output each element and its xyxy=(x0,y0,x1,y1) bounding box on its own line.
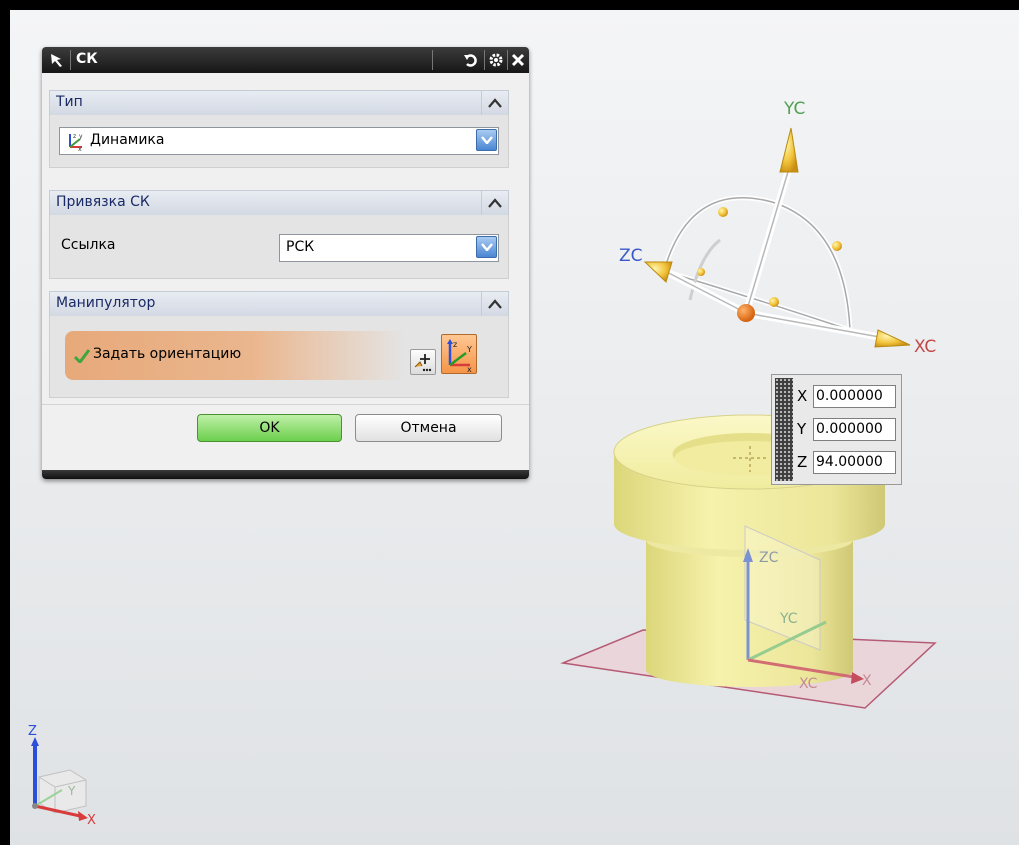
part-zc-label: ZC xyxy=(759,550,779,566)
svg-text:y: y xyxy=(79,133,83,140)
type-dropdown[interactable]: z y x Динамика xyxy=(59,127,499,155)
close-icon[interactable] xyxy=(508,47,528,73)
view-triad xyxy=(31,737,88,821)
csys-dialog: СК Тип z y x Динамика Привязка СК Ссылка… xyxy=(42,47,529,479)
svg-text:x: x xyxy=(467,365,472,373)
type-section-body: z y x Динамика xyxy=(49,115,509,168)
graphics-window[interactable]: YC ZC XC ZC YC XC X Z Y X X 0.000000 Y 0… xyxy=(10,10,1019,845)
reference-label: Ссылка xyxy=(61,237,116,253)
reference-dropdown[interactable]: РСК xyxy=(279,234,499,262)
csys-snap-section-body: Ссылка РСК xyxy=(49,215,509,279)
dialog-title: СК xyxy=(76,51,98,67)
x-coord-field[interactable]: 0.000000 xyxy=(813,384,896,408)
specify-orientation-row[interactable]: Задать ориентацию xyxy=(65,331,405,380)
csys-orientation-button[interactable]: z Y x xyxy=(441,334,477,374)
dialog-button-divider xyxy=(42,404,529,405)
collapse-chevron-icon[interactable] xyxy=(481,292,508,316)
csys-snap-section-header[interactable]: Привязка СК xyxy=(49,190,509,216)
drag-grip-handle[interactable] xyxy=(775,378,793,481)
csys-snap-section-title: Привязка СК xyxy=(56,194,150,210)
part-xc-label: XC xyxy=(799,676,818,692)
dropdown-arrow-icon[interactable] xyxy=(476,129,497,151)
y-coord-label: Y xyxy=(797,420,807,438)
svg-text:x: x xyxy=(78,146,82,151)
view-y-label: Y xyxy=(68,784,76,798)
collapse-chevron-icon[interactable] xyxy=(481,91,508,115)
view-z-label: Z xyxy=(28,724,37,739)
z-coord-field[interactable]: 94.00000 xyxy=(813,450,896,474)
coordinate-input-box: X 0.000000 Y 0.000000 Z 94.00000 xyxy=(771,374,902,485)
part-yc-label: YC xyxy=(780,611,798,627)
x-coord-label: X xyxy=(797,387,808,405)
dialog-titlebar[interactable]: СК xyxy=(42,47,529,73)
reference-dropdown-value: РСК xyxy=(286,239,315,255)
part-x-label: X xyxy=(862,673,872,689)
ok-button[interactable]: OK xyxy=(197,414,342,442)
collapse-chevron-icon[interactable] xyxy=(481,191,508,215)
manipulator-section-body: Задать ориентацию z Y x xyxy=(49,316,509,398)
y-coord-field[interactable]: 0.000000 xyxy=(813,417,896,441)
svg-text:Y: Y xyxy=(466,345,472,354)
cancel-button[interactable]: Отмена xyxy=(355,414,502,442)
manipulator-section-header[interactable]: Манипулятор xyxy=(49,291,509,317)
svg-text:z: z xyxy=(453,340,457,349)
manipulator-zc-label: ZC xyxy=(619,246,643,266)
manipulator-section-title: Манипулятор xyxy=(56,295,156,311)
select-arrow-icon[interactable] xyxy=(46,47,68,73)
svg-text:z: z xyxy=(73,133,76,140)
dialog-bottom-bar xyxy=(42,470,529,479)
z-coord-label: Z xyxy=(797,453,808,471)
reset-icon[interactable] xyxy=(460,47,482,73)
type-dropdown-value: Динамика xyxy=(90,132,165,148)
settings-gear-icon[interactable] xyxy=(485,47,507,73)
dynamic-csys-icon: z y x xyxy=(65,131,85,155)
point-dialog-button[interactable] xyxy=(410,349,436,375)
type-section-title: Тип xyxy=(56,94,83,110)
specify-orientation-label: Задать ориентацию xyxy=(93,346,242,362)
manipulator-yc-label: YC xyxy=(784,99,806,119)
dropdown-arrow-icon[interactable] xyxy=(476,236,497,258)
checkmark-icon xyxy=(73,348,91,367)
view-x-label: X xyxy=(87,813,96,828)
dynamic-manipulator[interactable] xyxy=(643,127,911,348)
manipulator-xc-label: XC xyxy=(914,337,937,357)
type-section-header[interactable]: Тип xyxy=(49,90,509,116)
